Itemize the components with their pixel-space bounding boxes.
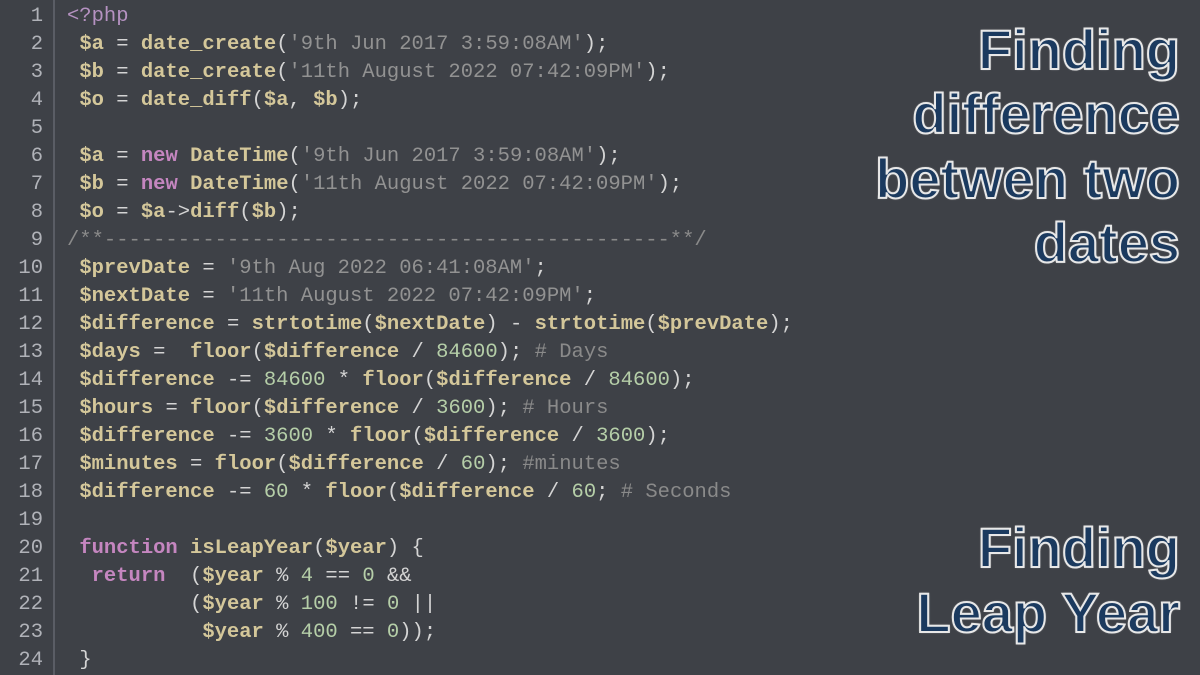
line-number: 3 — [0, 59, 43, 87]
overlay-line: Finding — [916, 516, 1180, 580]
title-overlay-bottom: Finding Leap Year — [916, 516, 1180, 645]
line-number: 12 — [0, 311, 43, 339]
line-number: 11 — [0, 283, 43, 311]
overlay-line: dates — [875, 211, 1180, 275]
line-number-gutter: 123456789101112131415161718192021222324 — [0, 0, 55, 675]
line-number: 6 — [0, 143, 43, 171]
line-number: 24 — [0, 647, 43, 675]
line-number: 23 — [0, 619, 43, 647]
line-number: 18 — [0, 479, 43, 507]
line-number: 1 — [0, 3, 43, 31]
line-number: 10 — [0, 255, 43, 283]
overlay-line: betwen two — [875, 147, 1180, 211]
line-number: 5 — [0, 115, 43, 143]
overlay-line: difference — [875, 82, 1180, 146]
code-line[interactable]: } — [67, 647, 1200, 675]
line-number: 17 — [0, 451, 43, 479]
code-line[interactable]: $difference -= 3600 * floor($difference … — [67, 423, 1200, 451]
line-number: 16 — [0, 423, 43, 451]
line-number: 20 — [0, 535, 43, 563]
code-line[interactable]: $minutes = floor($difference / 60); #min… — [67, 451, 1200, 479]
line-number: 9 — [0, 227, 43, 255]
code-line[interactable]: $difference = strtotime($nextDate) - str… — [67, 311, 1200, 339]
code-line[interactable]: $days = floor($difference / 84600); # Da… — [67, 339, 1200, 367]
code-line[interactable]: $nextDate = '11th August 2022 07:42:09PM… — [67, 283, 1200, 311]
code-line[interactable]: $difference -= 60 * floor($difference / … — [67, 479, 1200, 507]
line-number: 8 — [0, 199, 43, 227]
line-number: 22 — [0, 591, 43, 619]
line-number: 19 — [0, 507, 43, 535]
line-number: 15 — [0, 395, 43, 423]
overlay-line: Finding — [875, 18, 1180, 82]
line-number: 14 — [0, 367, 43, 395]
line-number: 21 — [0, 563, 43, 591]
line-number: 7 — [0, 171, 43, 199]
overlay-line: Leap Year — [916, 581, 1180, 645]
line-number: 2 — [0, 31, 43, 59]
line-number: 13 — [0, 339, 43, 367]
code-line[interactable]: $difference -= 84600 * floor($difference… — [67, 367, 1200, 395]
title-overlay-top: Finding difference betwen two dates — [875, 18, 1180, 276]
code-line[interactable]: $hours = floor($difference / 3600); # Ho… — [67, 395, 1200, 423]
line-number: 4 — [0, 87, 43, 115]
